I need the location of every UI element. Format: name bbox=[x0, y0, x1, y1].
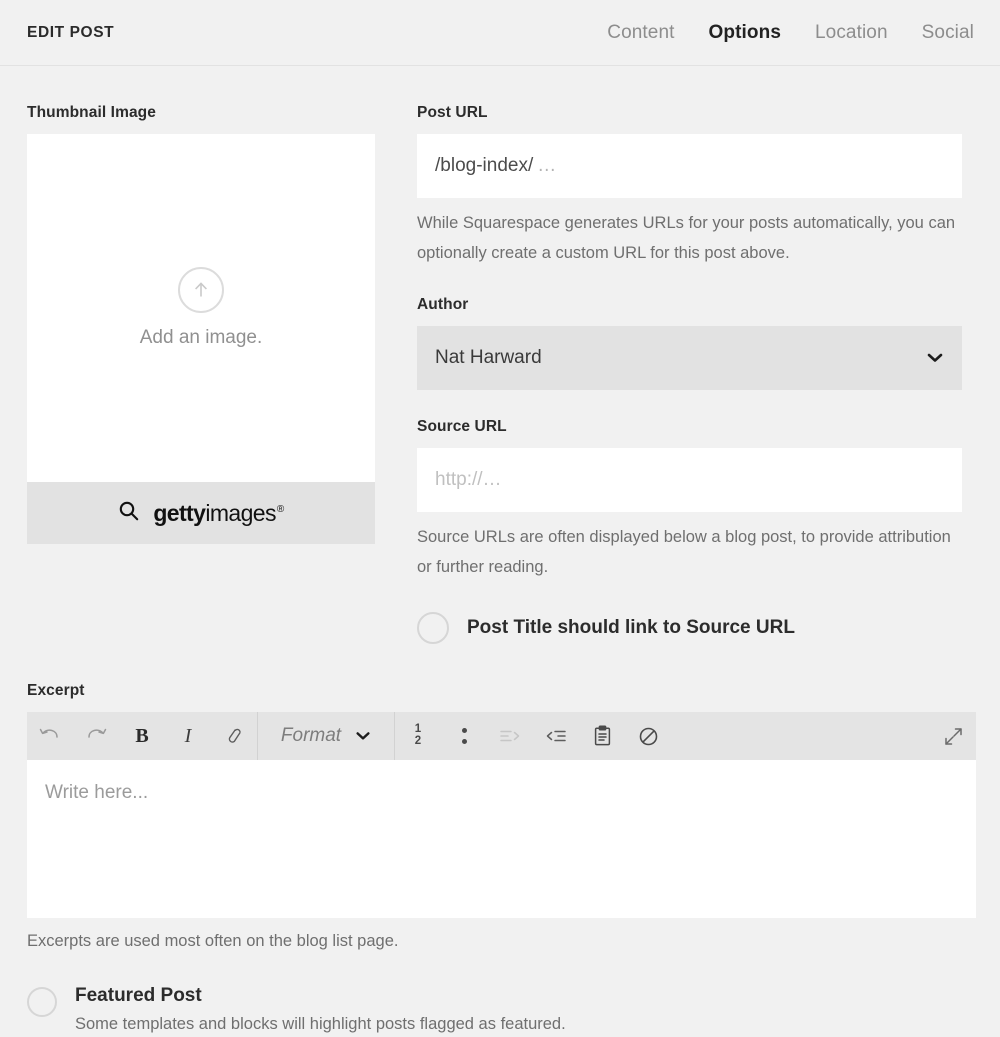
author-value: Nat Harward bbox=[435, 347, 542, 369]
excerpt-section: Excerpt B I Format 1 2 Write here... Exc… bbox=[0, 682, 1000, 951]
chevron-down-icon bbox=[355, 725, 371, 747]
post-url-placeholder: … bbox=[537, 155, 557, 176]
source-url-placeholder: http://… bbox=[435, 469, 502, 491]
thumbnail-column: Thumbnail Image Add an image. getty imag… bbox=[27, 104, 375, 544]
toolbar-group-clipboard bbox=[579, 712, 671, 760]
excerpt-textarea[interactable]: Write here... bbox=[27, 760, 976, 919]
source-url-input[interactable]: http://… bbox=[417, 448, 962, 513]
tab-options[interactable]: Options bbox=[709, 22, 781, 44]
page-title: EDIT POST bbox=[27, 23, 115, 41]
thumbnail-dropzone[interactable]: Add an image. bbox=[27, 134, 375, 482]
featured-post-text: Featured Post Some templates and blocks … bbox=[75, 985, 566, 1034]
getty-images-button[interactable]: getty images ® bbox=[27, 482, 375, 544]
author-select[interactable]: Nat Harward bbox=[417, 326, 962, 391]
author-label: Author bbox=[417, 296, 469, 314]
post-settings-column: Post URL /blog-index/ … While Squarespac… bbox=[417, 104, 962, 645]
ordered-list-digit-two: 2 bbox=[414, 735, 422, 748]
post-url-label: Post URL bbox=[417, 104, 488, 121]
ordered-list-icon: 1 2 bbox=[415, 724, 421, 747]
no-format-icon[interactable] bbox=[625, 712, 671, 760]
toolbar-group-lists: 1 2 bbox=[395, 712, 579, 760]
italic-button[interactable]: I bbox=[165, 712, 211, 760]
thumbnail-label: Thumbnail Image bbox=[27, 104, 156, 121]
link-icon[interactable] bbox=[211, 712, 257, 760]
options-body: Thumbnail Image Add an image. getty imag… bbox=[0, 66, 1000, 645]
toggle-circle-icon bbox=[417, 612, 449, 645]
registered-mark: ® bbox=[276, 503, 284, 515]
getty-images-logo: getty images ® bbox=[153, 499, 284, 527]
ordered-list-button[interactable]: 1 2 bbox=[395, 712, 441, 760]
excerpt-label: Excerpt bbox=[27, 682, 85, 700]
getty-wordmark-regular: images bbox=[205, 499, 276, 526]
tab-social[interactable]: Social bbox=[922, 22, 974, 44]
format-dropdown-label: Format bbox=[280, 725, 342, 747]
tab-bar: Content Options Location Social bbox=[607, 22, 976, 44]
redo-icon[interactable] bbox=[73, 712, 119, 760]
search-icon bbox=[118, 500, 139, 526]
tab-content[interactable]: Content bbox=[607, 22, 674, 44]
format-dropdown[interactable]: Format bbox=[258, 712, 394, 760]
undo-icon[interactable] bbox=[27, 712, 73, 760]
bullet-list-icon[interactable] bbox=[441, 712, 487, 760]
edit-post-panel: EDIT POST Content Options Location Socia… bbox=[0, 0, 1000, 1037]
post-url-helper: While Squarespace generates URLs for you… bbox=[417, 214, 956, 263]
bold-button[interactable]: B bbox=[119, 712, 165, 760]
post-url-input[interactable]: /blog-index/ … bbox=[417, 134, 962, 198]
featured-post-toggle[interactable]: Featured Post Some templates and blocks … bbox=[0, 985, 1000, 1034]
excerpt-toolbar: B I Format 1 2 bbox=[27, 712, 976, 761]
source-url-link-toggle[interactable]: Post Title should link to Source URL bbox=[417, 612, 962, 645]
source-url-label: Source URL bbox=[417, 418, 507, 436]
tab-location[interactable]: Location bbox=[815, 22, 888, 44]
clipboard-icon[interactable] bbox=[579, 712, 625, 760]
outdent-icon[interactable] bbox=[533, 712, 579, 760]
upload-arrow-icon bbox=[178, 267, 224, 313]
thumbnail-placeholder-text: Add an image. bbox=[139, 327, 263, 348]
excerpt-helper: Excerpts are used most often on the blog… bbox=[27, 932, 399, 951]
getty-wordmark-bold: getty bbox=[153, 499, 206, 526]
source-url-helper: Source URLs are often displayed below a … bbox=[417, 528, 951, 577]
expand-icon[interactable] bbox=[930, 712, 976, 760]
featured-post-description: Some templates and blocks will highlight… bbox=[75, 1015, 566, 1034]
toggle-circle-icon bbox=[27, 987, 57, 1018]
post-url-value: /blog-index/ bbox=[435, 155, 534, 176]
panel-header: EDIT POST Content Options Location Socia… bbox=[0, 0, 1000, 66]
excerpt-editor: B I Format 1 2 Write here... bbox=[27, 712, 976, 919]
source-url-link-toggle-label: Post Title should link to Source URL bbox=[467, 617, 795, 639]
featured-post-label: Featured Post bbox=[75, 985, 202, 1007]
toolbar-group-history-format: B I bbox=[27, 712, 257, 760]
indent-icon[interactable] bbox=[487, 712, 533, 760]
chevron-down-icon bbox=[926, 347, 944, 369]
